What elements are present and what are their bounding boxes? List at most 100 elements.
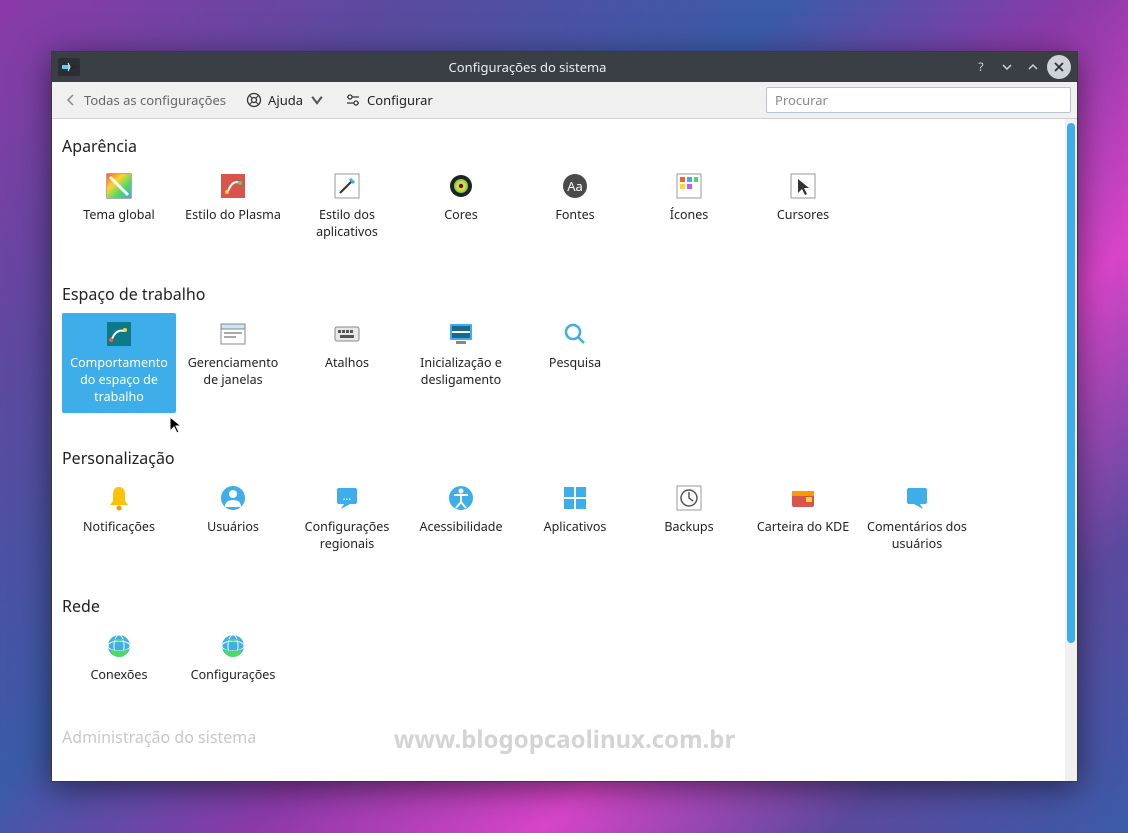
search-input[interactable] [766,87,1071,113]
item-label: Configurações [191,667,276,684]
app-style-icon [332,171,362,201]
connections-icon [104,631,134,661]
item-estilo-aplicativos[interactable]: Estilo dos aplicativos [290,165,404,249]
colors-icon [446,171,476,201]
svg-text:…: … [343,489,352,504]
item-comentarios-usuarios[interactable]: Comentários dos usuários [860,477,974,561]
section-appearance: Aparência [62,129,1055,165]
item-label: Tema global [83,207,154,224]
item-label: Backups [664,519,713,536]
scroll-thumb[interactable] [1067,123,1075,643]
item-conexoes[interactable]: Conexões [62,625,176,692]
item-tema-global[interactable]: Tema global [62,165,176,249]
workspace-behavior-icon [104,319,134,349]
item-icones[interactable]: Ícones [632,165,746,249]
item-usuarios[interactable]: Usuários [176,477,290,561]
system-settings-window: Configurações do sistema ? Todas as conf… [51,51,1078,782]
item-carteira-kde[interactable]: Carteira do KDE [746,477,860,561]
help-titlebutton[interactable]: ? [969,55,993,79]
close-button[interactable] [1047,55,1071,79]
section-personalization: Personalização [62,441,1055,477]
item-cursores[interactable]: Cursores [746,165,860,249]
section-workspace: Espaço de trabalho [62,277,1055,313]
item-label: Usuários [207,519,259,536]
item-cores[interactable]: Cores [404,165,518,249]
item-comportamento-workspace[interactable]: Comportamento do espaço de trabalho [62,313,176,414]
item-label: Fontes [555,207,594,224]
help-label: Ajuda [268,91,303,109]
item-label: Cores [444,207,477,224]
item-label: Estilo dos aplicativos [294,207,400,241]
plasma-style-icon [218,171,248,201]
shortcuts-icon [332,319,362,349]
network-grid: Conexões Configurações [62,625,1055,692]
item-label: Comentários dos usuários [864,519,970,553]
backups-icon [674,483,704,513]
section-sysadmin: Administração do sistema [62,720,1055,756]
notifications-icon [104,483,134,513]
accessibility-icon [446,483,476,513]
item-label: Conexões [91,667,148,684]
user-feedback-icon [902,483,932,513]
startup-shutdown-icon [446,319,476,349]
maximize-button[interactable] [1021,55,1045,79]
item-aplicativos[interactable]: Aplicativos [518,477,632,561]
item-pesquisa[interactable]: Pesquisa [518,313,632,414]
sliders-icon [345,92,361,108]
workspace-grid: Comportamento do espaço de trabalho Gere… [62,313,1055,414]
personalization-grid: Notificações Usuários … Configurações re… [62,477,1055,561]
help-button[interactable]: Ajuda [240,87,331,113]
section-network: Rede [62,589,1055,625]
chevron-down-icon [309,92,325,108]
item-label: Acessibilidade [419,519,502,536]
item-backups[interactable]: Backups [632,477,746,561]
scroll-area[interactable]: Aparência Tema global Estilo do Plasma E… [52,119,1065,781]
item-acessibilidade[interactable]: Acessibilidade [404,477,518,561]
back-label: Todas as configurações [84,91,226,109]
network-settings-icon [218,631,248,661]
appearance-grid: Tema global Estilo do Plasma Estilo dos … [62,165,1055,249]
item-label: Ícones [670,207,709,224]
item-label: Notificações [83,519,155,536]
minimize-button[interactable] [995,55,1019,79]
item-gerenciamento-janelas[interactable]: Gerenciamento de janelas [176,313,290,414]
window-management-icon [218,319,248,349]
item-fontes[interactable]: Aa Fontes [518,165,632,249]
item-estilo-plasma[interactable]: Estilo do Plasma [176,165,290,249]
svg-text:Aa: Aa [567,177,583,195]
item-inicializacao[interactable]: Inicialização e desligamento [404,313,518,414]
item-label: Pesquisa [549,355,601,372]
toolbar: Todas as configurações Ajuda Configurar [52,82,1077,119]
lifebuoy-icon [246,92,262,108]
back-button[interactable]: Todas as configurações [58,87,232,113]
icons-icon [674,171,704,201]
item-atalhos[interactable]: Atalhos [290,313,404,414]
svg-text:?: ? [978,60,983,74]
configure-button[interactable]: Configurar [339,87,439,113]
fonts-icon: Aa [560,171,590,201]
item-label: Atalhos [325,355,369,372]
item-label: Estilo do Plasma [185,207,281,224]
applications-icon [560,483,590,513]
item-label: Carteira do KDE [757,519,849,536]
kde-wallet-icon [788,483,818,513]
global-theme-icon [104,171,134,201]
configure-label: Configurar [367,91,433,109]
cursors-icon [788,171,818,201]
app-icon [58,58,80,76]
item-label: Inicialização e desligamento [408,355,514,389]
item-config-rede[interactable]: Configurações [176,625,290,692]
titlebar[interactable]: Configurações do sistema ? [52,52,1077,82]
scrollbar[interactable] [1065,119,1077,781]
item-notificacoes[interactable]: Notificações [62,477,176,561]
item-label: Configurações regionais [294,519,400,553]
chevron-left-icon [64,93,78,107]
search-settings-icon [560,319,590,349]
item-label: Comportamento do espaço de trabalho [66,355,172,406]
users-icon [218,483,248,513]
item-label: Gerenciamento de janelas [180,355,286,389]
item-label: Aplicativos [544,519,607,536]
regional-settings-icon: … [332,483,362,513]
item-config-regionais[interactable]: … Configurações regionais [290,477,404,561]
item-label: Cursores [777,207,829,224]
